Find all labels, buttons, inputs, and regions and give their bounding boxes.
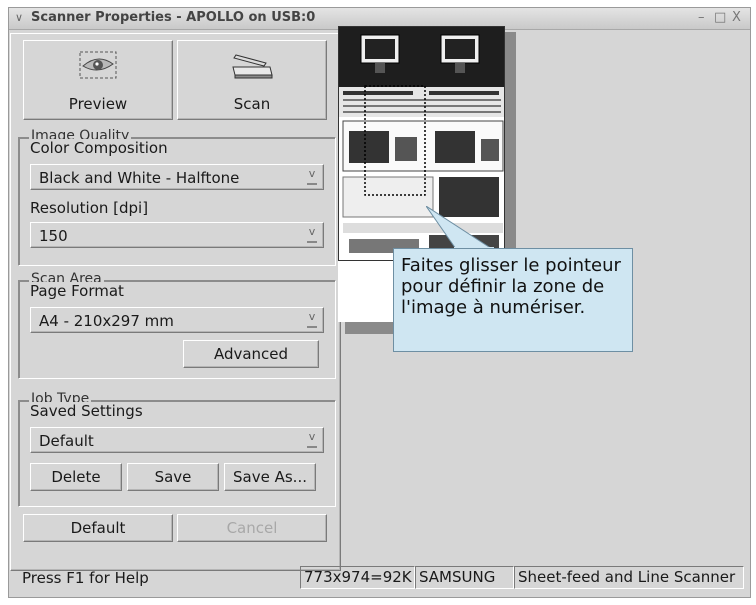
job-type-group: Job Type Saved Settings Default v Delete… bbox=[18, 392, 336, 507]
advanced-button[interactable]: Advanced bbox=[183, 340, 319, 368]
maximize-icon[interactable]: □ bbox=[714, 10, 726, 25]
window-menu-icon[interactable]: ∨ bbox=[15, 11, 23, 24]
scanner-type-readout: Sheet-feed and Line Scanner bbox=[514, 566, 744, 589]
save-button[interactable]: Save bbox=[127, 463, 219, 491]
saved-settings-select[interactable]: Default v bbox=[30, 427, 324, 453]
scan-label: Scan bbox=[233, 95, 271, 113]
resolution-value: 150 bbox=[39, 227, 68, 245]
preview-label: Preview bbox=[68, 95, 128, 113]
chevron-down-icon: v bbox=[307, 311, 317, 328]
vendor-readout: SAMSUNG bbox=[415, 566, 514, 589]
delete-button[interactable]: Delete bbox=[30, 463, 122, 491]
page-format-select[interactable]: A4 - 210x297 mm v bbox=[30, 307, 324, 333]
cancel-button[interactable]: Cancel bbox=[177, 514, 327, 542]
tooltip-text: Faites glisser le pointeur pour définir … bbox=[401, 255, 621, 318]
chevron-down-icon: v bbox=[307, 431, 317, 448]
resolution-label: Resolution [dpi] bbox=[30, 199, 149, 217]
minimize-icon[interactable]: – bbox=[698, 10, 705, 25]
resolution-select[interactable]: 150 v bbox=[30, 222, 324, 248]
saved-settings-label: Saved Settings bbox=[30, 402, 143, 420]
drag-hint-tooltip: Faites glisser le pointeur pour définir … bbox=[393, 248, 633, 352]
default-button[interactable]: Default bbox=[23, 514, 173, 542]
color-composition-select[interactable]: Black and White - Halftone v bbox=[30, 164, 324, 190]
saved-settings-value: Default bbox=[39, 432, 94, 450]
settings-panel: Preview Scan Image Quality Color Composi… bbox=[10, 33, 341, 571]
status-bar: Press F1 for Help 773x974=92K SAMSUNG Sh… bbox=[8, 564, 751, 591]
flatbed-scanner-icon bbox=[232, 54, 273, 79]
close-icon[interactable]: X bbox=[732, 10, 741, 25]
job-type-title: Job Type bbox=[29, 392, 92, 402]
preview-button[interactable]: Preview bbox=[23, 40, 173, 120]
tooltip-pointer bbox=[426, 206, 494, 253]
image-size-readout: 773x974=92K bbox=[300, 566, 415, 589]
save-as-button[interactable]: Save As... bbox=[224, 463, 316, 491]
chevron-down-icon: v bbox=[307, 168, 317, 185]
image-quality-group: Image Quality Color Composition Black an… bbox=[18, 129, 336, 266]
scan-button[interactable]: Scan bbox=[177, 40, 327, 120]
scan-area-title: Scan Area bbox=[29, 272, 104, 282]
chevron-down-icon: v bbox=[307, 226, 317, 243]
eye-scan-icon bbox=[79, 51, 117, 79]
scan-area-group: Scan Area Page Format A4 - 210x297 mm v … bbox=[18, 272, 336, 379]
page-format-value: A4 - 210x297 mm bbox=[39, 312, 174, 330]
image-quality-title: Image Quality bbox=[29, 129, 132, 139]
help-hint: Press F1 for Help bbox=[22, 569, 149, 587]
page-format-label: Page Format bbox=[30, 282, 124, 300]
color-composition-value: Black and White - Halftone bbox=[39, 169, 240, 187]
window-title: Scanner Properties - APOLLO on USB:0 bbox=[31, 10, 316, 25]
color-composition-label: Color Composition bbox=[30, 139, 168, 157]
